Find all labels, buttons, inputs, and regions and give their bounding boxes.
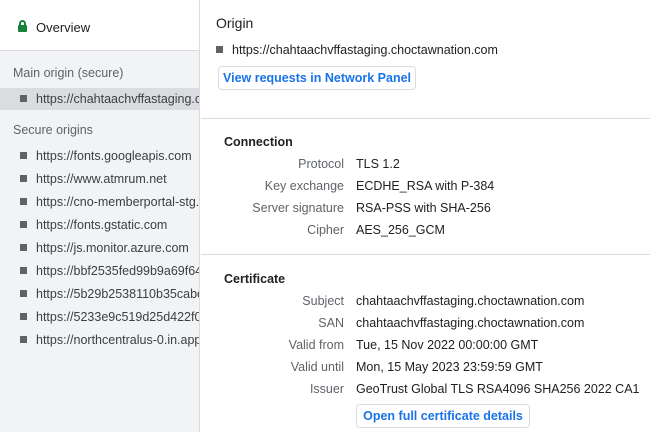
origin-label: https://northcentralus-0.in.applicationi… (36, 333, 200, 347)
main-origin-heading: Main origin (secure) (13, 66, 124, 80)
square-bullet-icon (20, 95, 27, 102)
certificate-row: Issuer GeoTrust Global TLS RSA4096 SHA25… (201, 382, 650, 400)
origin-label: https://js.monitor.azure.com (36, 241, 189, 255)
connection-value: RSA-PSS with SHA-256 (356, 201, 491, 215)
certificate-key: Valid from (288, 338, 344, 352)
divider (201, 254, 650, 255)
origin-label: https://fonts.gstatic.com (36, 218, 168, 232)
connection-heading: Connection (224, 135, 293, 149)
square-bullet-icon (20, 290, 27, 297)
origin-details-pane: Origin https://chahtaachvffastaging.choc… (201, 0, 650, 432)
square-bullet-icon (216, 46, 223, 53)
sidebar-item-secure-origin[interactable]: https://northcentralus-0.in.applicationi… (0, 329, 200, 351)
square-bullet-icon (20, 336, 27, 343)
square-bullet-icon (20, 244, 27, 251)
connection-row: Cipher AES_256_GCM (201, 223, 650, 241)
sidebar-item-secure-origin[interactable]: https://5233e9c519d25d422f06 (0, 306, 200, 328)
square-bullet-icon (20, 175, 27, 182)
connection-key: Server signature (252, 201, 344, 215)
connection-value: TLS 1.2 (356, 157, 400, 171)
sidebar-item-secure-origin[interactable]: https://5b29b2538110b35cabe (0, 283, 200, 305)
certificate-key: Valid until (290, 360, 344, 374)
sidebar-item-secure-origin[interactable]: https://cno-memberportal-stg.choctawnati… (0, 191, 200, 213)
certificate-row: Valid from Tue, 15 Nov 2022 00:00:00 GMT (201, 338, 650, 356)
sidebar-item-secure-origin[interactable]: https://bbf2535fed99b9a69f64 (0, 260, 200, 282)
origin-label: https://5b29b2538110b35cabe (36, 287, 200, 301)
origin-label: https://fonts.googleapis.com (36, 149, 192, 163)
connection-key: Protocol (298, 157, 344, 171)
origin-title: Origin (216, 15, 254, 31)
square-bullet-icon (20, 313, 27, 320)
divider (201, 118, 650, 119)
security-sidebar: Overview Main origin (secure) https://ch… (0, 0, 200, 432)
sidebar-item-secure-origin[interactable]: https://fonts.googleapis.com (0, 145, 199, 167)
certificate-heading: Certificate (224, 272, 286, 286)
secure-origins-heading: Secure origins (13, 123, 93, 137)
square-bullet-icon (20, 221, 27, 228)
sidebar-item-main-origin[interactable]: https://chahtaachvffastaging.choctawnati… (0, 88, 199, 110)
connection-value: AES_256_GCM (356, 223, 445, 237)
overview-label: Overview (36, 20, 91, 35)
connection-row: Key exchange ECDHE_RSA with P-384 (201, 179, 650, 197)
sidebar-item-secure-origin[interactable]: https://www.atmrum.net (0, 168, 199, 190)
open-certificate-details-button[interactable]: Open full certificate details (356, 404, 530, 428)
certificate-value: chahtaachvffastaging.choctawnation.com (356, 316, 585, 330)
sidebar-item-secure-origin[interactable]: https://js.monitor.azure.com (0, 237, 199, 259)
origin-url: https://chahtaachvffastaging.choctawnati… (232, 43, 498, 57)
origin-label: https://bbf2535fed99b9a69f64 (36, 264, 200, 278)
connection-value: ECDHE_RSA with P-384 (356, 179, 495, 193)
origin-label: https://www.atmrum.net (36, 172, 167, 186)
lock-icon (18, 20, 27, 32)
certificate-value: chahtaachvffastaging.choctawnation.com (356, 294, 585, 308)
connection-key: Key exchange (264, 179, 344, 193)
certificate-row: Subject chahtaachvffastaging.choctawnati… (201, 294, 650, 312)
certificate-key: Subject (302, 294, 344, 308)
certificate-value: GeoTrust Global TLS RSA4096 SHA256 2022 … (356, 382, 640, 396)
square-bullet-icon (20, 152, 27, 159)
certificate-value: Mon, 15 May 2023 23:59:59 GMT (356, 360, 543, 374)
square-bullet-icon (20, 198, 27, 205)
sidebar-item-secure-origin[interactable]: https://fonts.gstatic.com (0, 214, 199, 236)
origin-label: https://chahtaachvffastaging.choctawnati… (36, 92, 199, 106)
connection-row: Server signature RSA-PSS with SHA-256 (201, 201, 650, 219)
view-network-requests-button[interactable]: View requests in Network Panel (218, 66, 416, 90)
connection-row: Protocol TLS 1.2 (201, 157, 650, 175)
certificate-key: Issuer (309, 382, 344, 396)
square-bullet-icon (20, 267, 27, 274)
certificate-row: SAN chahtaachvffastaging.choctawnation.c… (201, 316, 650, 334)
certificate-key: SAN (318, 316, 344, 330)
origin-label: https://5233e9c519d25d422f06 (36, 310, 200, 324)
origin-label: https://cno-memberportal-stg.choctawnati… (36, 195, 200, 209)
connection-key: Cipher (307, 223, 344, 237)
certificate-value: Tue, 15 Nov 2022 00:00:00 GMT (356, 338, 539, 352)
sidebar-item-overview[interactable]: Overview (0, 0, 199, 51)
certificate-row: Valid until Mon, 15 May 2023 23:59:59 GM… (201, 360, 650, 378)
